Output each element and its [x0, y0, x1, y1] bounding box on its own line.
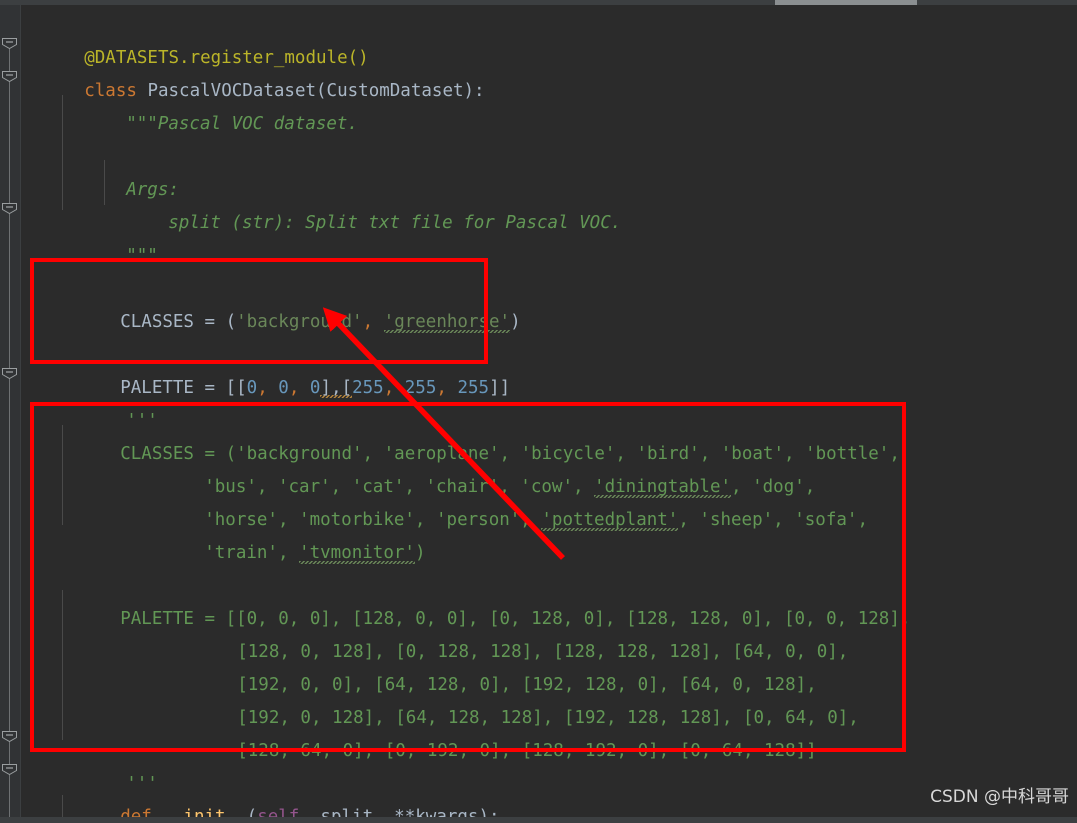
- fold-rail: [9, 82, 10, 203]
- code-content[interactable]: @DATASETS.register_module() class Pascal…: [21, 5, 1077, 823]
- bottom-status-bar: [0, 817, 1077, 823]
- code-line[interactable]: """Pascal VOC dataset.: [63, 75, 358, 134]
- fold-collapse-icon[interactable]: [2, 368, 17, 379]
- fold-rail: [9, 214, 10, 368]
- code-fold-marker[interactable]: [2, 368, 17, 379]
- code-line[interactable]: 'horse', 'motorbike', 'person', 'pottedp…: [141, 471, 868, 531]
- fold-rail: [9, 742, 10, 764]
- code-line[interactable]: @DATASETS.register_module(): [21, 9, 368, 68]
- code-line[interactable]: [192, 0, 128], [64, 128, 128], [192, 128…: [174, 669, 859, 728]
- palette-value: 255: [404, 378, 437, 398]
- code-fold-marker[interactable]: [2, 764, 17, 775]
- fold-rail: [9, 775, 10, 823]
- code-line[interactable]: class PascalVOCDataset(CustomDataset):: [21, 42, 484, 101]
- class-name-pottedplant: 'pottedplant': [541, 510, 679, 531]
- code-line[interactable]: """: [63, 207, 158, 266]
- comma: ,: [362, 312, 384, 332]
- code-fold-marker[interactable]: [2, 71, 17, 82]
- fold-collapse-icon[interactable]: [2, 71, 17, 82]
- code-line[interactable]: [128, 64, 0], [0, 192, 0], [128, 192, 0]…: [174, 702, 816, 761]
- assign-open-bracket: = [[: [193, 378, 247, 398]
- docstring-open: """Pascal VOC dataset.: [126, 114, 359, 134]
- code-line[interactable]: CLASSES = ('background', 'greenhorse'): [57, 273, 521, 333]
- code-line[interactable]: [192, 0, 0], [64, 128, 0], [192, 128, 0]…: [174, 636, 816, 695]
- code-line[interactable]: CLASSES = ('background', 'aeroplane', 'b…: [57, 405, 900, 464]
- palette-separator: ],[: [320, 378, 353, 398]
- code-line[interactable]: ''': [63, 372, 158, 431]
- code-line[interactable]: 'bus', 'car', 'cat', 'chair', 'cow', 'di…: [141, 438, 815, 498]
- commented-classes-line-4b: ): [414, 543, 426, 563]
- class-name-greenhorse: 'greenhorse': [383, 312, 511, 333]
- code-editor-screenshot: @DATASETS.register_module() class Pascal…: [0, 0, 1077, 823]
- comma: ,: [383, 378, 405, 398]
- fold-rail: [9, 379, 10, 731]
- palette-value: 0: [246, 378, 258, 398]
- code-line[interactable]: PALETTE = [[0, 0, 0], [128, 0, 0], [0, 1…: [57, 570, 910, 629]
- commented-palette-line-5: [128, 64, 0], [0, 192, 0], [128, 192, 0]…: [237, 741, 817, 761]
- code-fold-marker[interactable]: [2, 203, 17, 214]
- palette-value: 255: [457, 378, 490, 398]
- fold-collapse-icon[interactable]: [2, 203, 17, 214]
- docstring-close: """: [126, 246, 158, 266]
- commented-classes-line-4a: 'train',: [204, 543, 300, 563]
- code-line[interactable]: split (str): Split txt file for Pascal V…: [105, 174, 621, 233]
- commented-classes-line-3b: , 'sheep', 'sofa',: [678, 510, 868, 530]
- fold-collapse-icon[interactable]: [2, 731, 17, 742]
- docstring-split-desc: split (str): Split txt file for Pascal V…: [168, 213, 622, 233]
- code-line[interactable]: [128, 0, 128], [0, 128, 128], [128, 128,…: [174, 603, 848, 662]
- close-paren: ): [510, 312, 521, 332]
- palette-value: 0: [278, 378, 289, 398]
- fold-collapse-icon[interactable]: [2, 764, 17, 775]
- code-line[interactable]: Args:: [63, 141, 179, 200]
- palette-value: 255: [352, 378, 384, 398]
- code-line[interactable]: 'train', 'tvmonitor'): [141, 504, 426, 564]
- comma: ,: [257, 378, 279, 398]
- palette-close: ]]: [489, 378, 511, 398]
- csdn-watermark: CSDN @中科哥哥: [930, 787, 1069, 807]
- comma: ,: [436, 378, 458, 398]
- class-name-background: 'background': [236, 312, 363, 332]
- comma: ,: [288, 378, 310, 398]
- editor-gutter[interactable]: [0, 5, 20, 823]
- code-fold-marker[interactable]: [2, 731, 17, 742]
- palette-value: 0: [309, 378, 321, 398]
- code-fold-marker[interactable]: [2, 38, 17, 49]
- fold-collapse-icon[interactable]: [2, 38, 17, 49]
- code-line[interactable]: def __init__(self, split, **kwargs):: [57, 768, 499, 823]
- code-line[interactable]: ''': [63, 735, 158, 794]
- fold-rail: [9, 49, 10, 71]
- class-name-tvmonitor: 'tvmonitor': [299, 543, 415, 564]
- classes-identifier: CLASSES: [120, 312, 194, 332]
- assign-open-paren: = (: [193, 312, 237, 332]
- code-line[interactable]: PALETTE = [[0, 0, 0],[255, 255, 255]]: [57, 339, 510, 398]
